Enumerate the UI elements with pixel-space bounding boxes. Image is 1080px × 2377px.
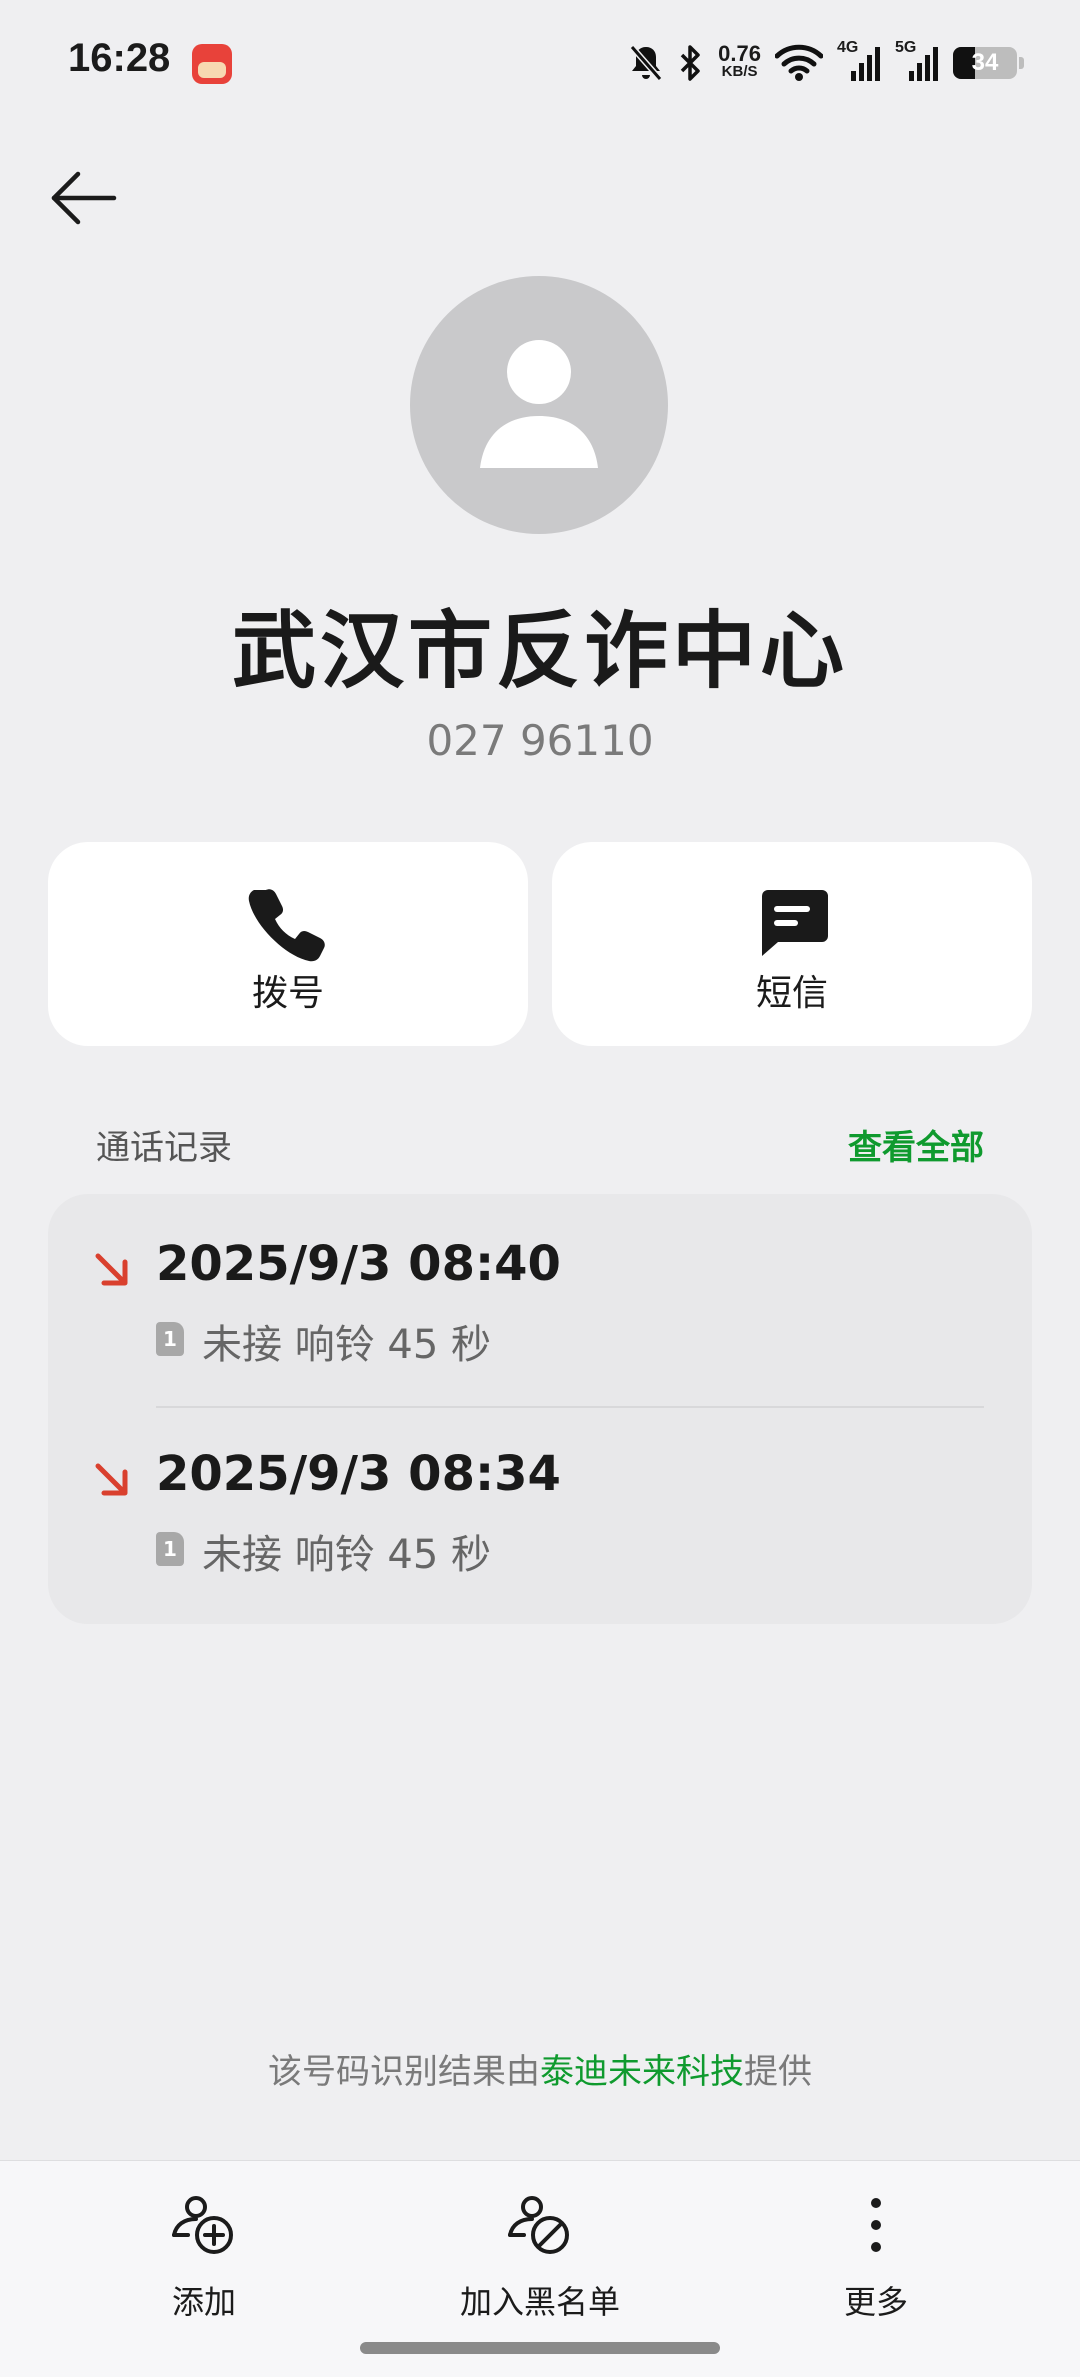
add-contact-label: 添加 [171,2283,236,2321]
blacklist-button[interactable]: 加入黑名单 [420,2191,660,2341]
credit-suffix: 提供 [744,2052,812,2092]
contact-name: 武汉市反诈中心 [231,602,848,700]
signal-bars-icon [851,47,880,81]
block-contact-icon [508,2196,569,2254]
credit-prefix: 该号码识别结果由 [268,2052,540,2092]
call-time: 2025/9/3 08:40 [156,1236,561,1292]
battery-tip [1019,57,1024,69]
bluetooth-icon [680,45,700,81]
more-button[interactable]: 更多 [756,2191,996,2341]
battery-indicator: 34 [953,47,1017,79]
status-bar: 16:28 0.76 KB/S 4G 5G 34 [0,0,1080,120]
back-button[interactable] [48,166,120,230]
missed-call-icon [95,1463,128,1496]
battery-level: 34 [971,49,999,76]
phone-icon [248,889,325,962]
network-speed: 0.76 KB/S [718,41,761,81]
sim-icon: 1 [156,1532,184,1566]
add-contact-button[interactable]: 添加 [84,2191,324,2341]
call-log-entry[interactable]: 2025/9/3 08:34 1 未接 响铃 45 秒 [48,1404,1032,1604]
signal-bars-icon [909,47,938,81]
home-indicator[interactable] [360,2342,720,2354]
more-label: 更多 [843,2283,908,2321]
message-icon [762,890,828,956]
view-all-link[interactable]: 查看全部 [848,1120,984,1169]
contact-avatar [410,276,668,534]
signal-sim1: 4G [837,39,881,83]
call-log-title: 通话记录 [96,1128,232,1168]
back-arrow-icon [51,171,117,225]
status-icons: 0.76 KB/S 4G 5G 34 [628,38,1024,88]
more-icon [871,2198,881,2252]
app-notification-icon [192,44,232,84]
call-log-card: 2025/9/3 08:40 1 未接 响铃 45 秒 2025/9/3 08:… [48,1194,1032,1624]
network-speed-unit: KB/S [721,63,758,80]
mute-icon [629,45,663,81]
sms-button[interactable]: 短信 [552,842,1032,1046]
avatar-person-icon [480,340,598,468]
wifi-icon [775,44,823,81]
dial-button[interactable]: 拨号 [48,842,528,1046]
add-contact-icon [172,2196,233,2254]
dial-label: 拨号 [251,973,324,1014]
blacklist-label: 加入黑名单 [459,2283,620,2321]
identification-credit: 该号码识别结果由泰迪未来科技提供 [0,2044,1080,2093]
call-time: 2025/9/3 08:34 [156,1446,561,1502]
sim-icon: 1 [156,1322,184,1356]
call-log-entry[interactable]: 2025/9/3 08:40 1 未接 响铃 45 秒 [48,1194,1032,1394]
missed-call-icon [95,1253,128,1286]
sms-label: 短信 [755,973,828,1014]
status-time: 16:28 [68,36,171,80]
credit-provider-link[interactable]: 泰迪未来科技 [540,2052,744,2092]
contact-number: 027 96110 [426,716,654,765]
call-status: 未接 响铃 45 秒 [202,1322,492,1368]
call-status: 未接 响铃 45 秒 [202,1532,492,1578]
network-speed-value: 0.76 [718,41,761,66]
signal-sim2: 5G [895,39,939,83]
